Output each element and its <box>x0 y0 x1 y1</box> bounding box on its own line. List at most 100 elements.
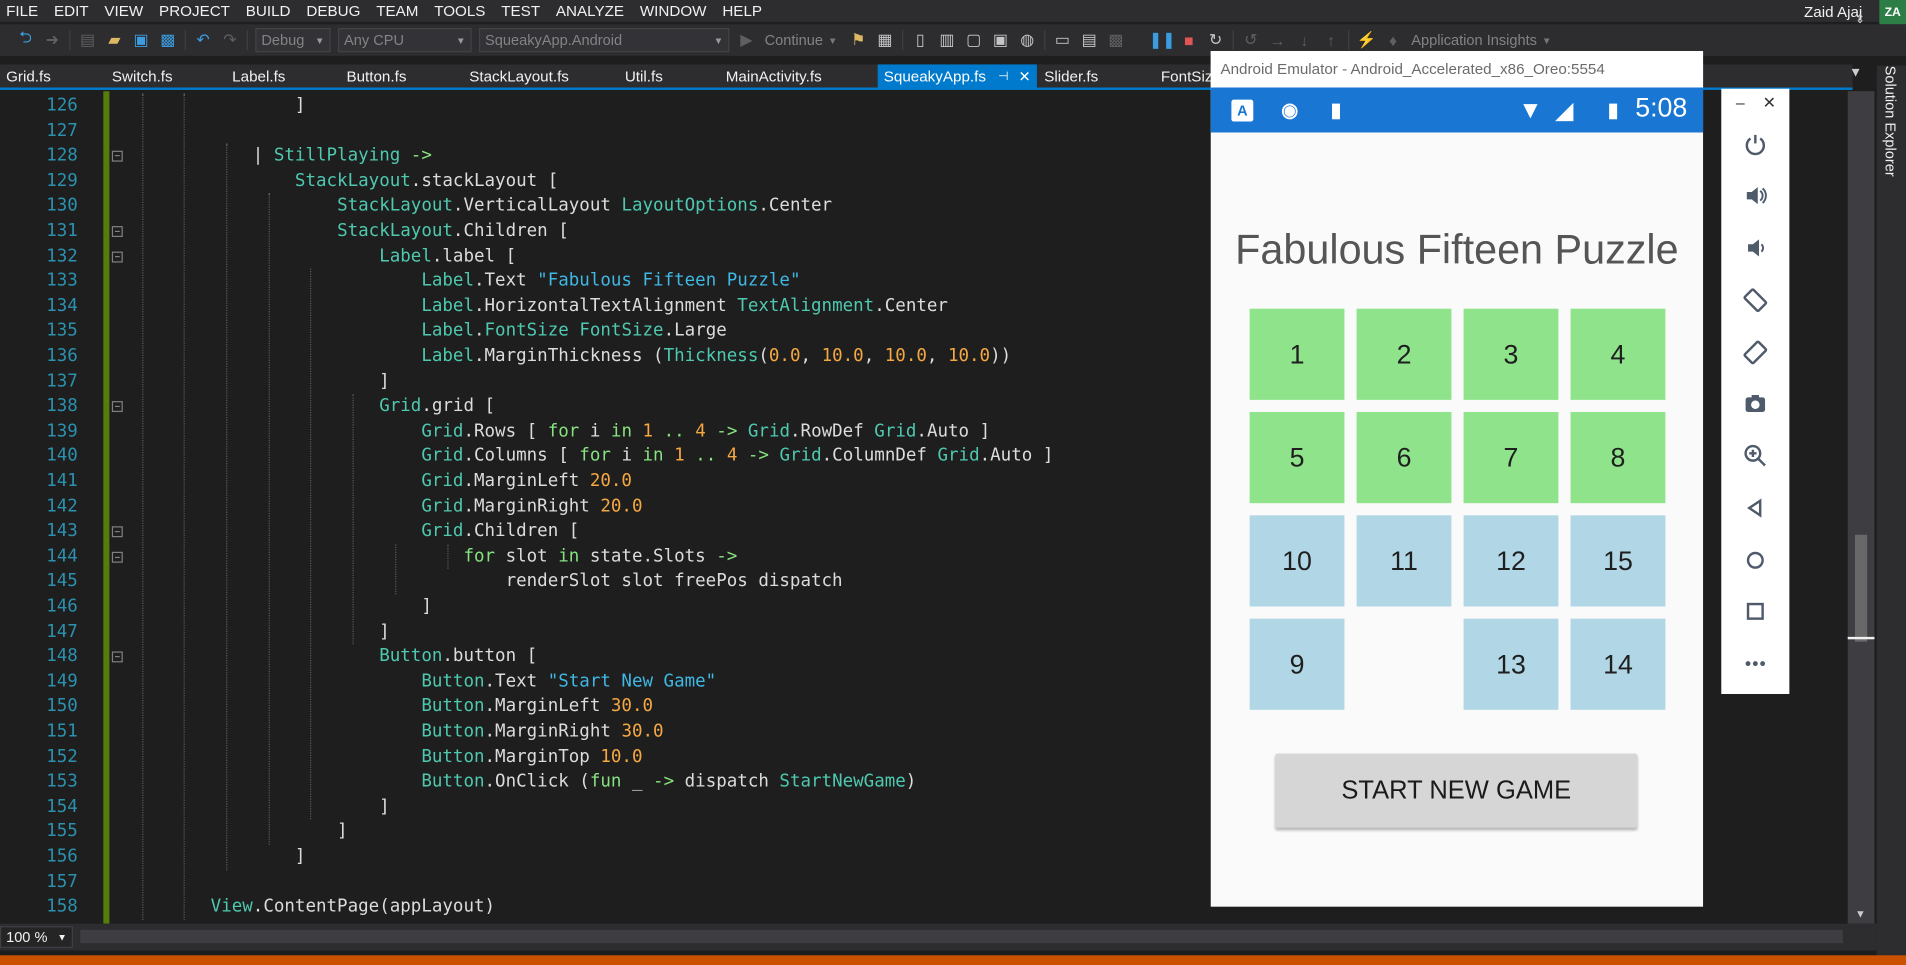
step-into-icon[interactable]: → <box>1267 29 1289 51</box>
process-icon[interactable]: ⚑ <box>847 29 869 51</box>
monitor-icon[interactable]: ▭ <box>1051 29 1073 51</box>
startup-project-dropdown[interactable]: SqueakyApp.Android ▼ <box>478 27 730 53</box>
home-icon[interactable] <box>1738 543 1772 577</box>
application-insights-button[interactable]: Application Insights <box>1411 32 1537 49</box>
continue-icon[interactable]: ▶ <box>735 29 757 51</box>
tab-mainactivity-fs[interactable]: MainActivity.fs <box>720 64 828 88</box>
menu-help[interactable]: HELP <box>716 2 771 19</box>
tab-dropdown-icon[interactable]: ▼ <box>1849 66 1862 81</box>
vertical-scrollbar[interactable]: ⇕ ▼ <box>1847 13 1875 924</box>
fold-toggle-icon[interactable]: − <box>111 526 123 538</box>
step-over-icon[interactable]: ↓ <box>1293 29 1315 51</box>
tab-label-fs[interactable]: Label.fs <box>226 64 291 88</box>
puzzle-tile-15[interactable]: 15 <box>1570 515 1666 607</box>
rotate-left-icon[interactable] <box>1738 283 1772 317</box>
tab-button-fs[interactable]: Button.fs <box>340 64 412 88</box>
menu-analyze[interactable]: ANALYZE <box>550 2 634 19</box>
close-tab-icon[interactable]: ✕ <box>1018 68 1030 85</box>
tab-slider-fs[interactable]: Slider.fs <box>1038 64 1104 88</box>
fold-toggle-icon[interactable]: − <box>111 651 123 663</box>
puzzle-tile-1[interactable]: 1 <box>1249 308 1345 400</box>
fold-toggle-icon[interactable]: − <box>111 551 123 563</box>
puzzle-tile-9[interactable]: 9 <box>1249 618 1345 710</box>
user-avatar[interactable]: ZA <box>1879 0 1906 25</box>
horizontal-scrollbar[interactable] <box>80 929 1843 944</box>
tool-icon[interactable]: ▩ <box>1105 29 1127 51</box>
rotate-right-icon[interactable] <box>1738 335 1772 369</box>
puzzle-tile-7[interactable]: 7 <box>1463 412 1559 504</box>
fold-toggle-icon[interactable]: − <box>111 150 123 162</box>
puzzle-tile-4[interactable]: 4 <box>1570 308 1666 400</box>
puzzle-tile-5[interactable]: 5 <box>1249 412 1345 504</box>
tab-grid-fs[interactable]: Grid.fs <box>0 64 57 88</box>
tab-util-fs[interactable]: Util.fs <box>619 64 669 88</box>
puzzle-tile-2[interactable]: 2 <box>1356 308 1452 400</box>
fold-toggle-icon[interactable]: − <box>111 226 123 238</box>
step-out-icon[interactable]: ↑ <box>1320 29 1342 51</box>
navigate-back-icon[interactable]: ⮌ <box>15 28 37 51</box>
fold-toggle-icon[interactable]: − <box>111 401 123 413</box>
threads-icon[interactable]: ▦ <box>874 29 896 51</box>
open-file-icon[interactable]: ▰ <box>103 29 125 51</box>
menu-test[interactable]: TEST <box>495 2 550 19</box>
new-project-icon[interactable]: ▤ <box>77 29 99 51</box>
close-icon[interactable]: ✕ <box>1763 94 1776 113</box>
android-device-icon[interactable]: ▣ <box>989 29 1011 51</box>
scroll-down-icon[interactable]: ▼ <box>1855 908 1866 920</box>
menu-build[interactable]: BUILD <box>240 2 301 19</box>
puzzle-tile-13[interactable]: 13 <box>1463 618 1559 710</box>
save-all-icon[interactable]: ▩ <box>157 29 179 51</box>
continue-button[interactable]: Continue <box>765 32 823 49</box>
show-next-statement-icon[interactable]: ↺ <box>1240 29 1262 51</box>
undo-icon[interactable]: ↶ <box>192 29 214 51</box>
solution-explorer-tab[interactable]: Solution Explorer <box>1882 66 1899 177</box>
platform-dropdown[interactable]: Any CPU ▼ <box>337 27 472 53</box>
split-icon[interactable]: ⇕ <box>1855 13 1865 26</box>
save-icon[interactable]: ▣ <box>130 29 152 51</box>
menu-edit[interactable]: EDIT <box>48 2 98 19</box>
stop-icon[interactable]: ■ <box>1178 29 1200 51</box>
zoom-icon[interactable] <box>1738 439 1772 473</box>
tab-stacklayout-fs[interactable]: StackLayout.fs <box>463 64 575 88</box>
navigate-forward-icon[interactable]: ➜ <box>41 29 63 51</box>
redo-icon[interactable]: ↷ <box>219 29 241 51</box>
puzzle-tile-11[interactable]: 11 <box>1356 515 1452 607</box>
hot-reload-icon[interactable]: ⚡ <box>1355 29 1377 51</box>
puzzle-tile-14[interactable]: 14 <box>1570 618 1666 710</box>
device-icon[interactable]: ▯ <box>909 29 931 51</box>
pin-icon[interactable]: ⊣ <box>998 70 1009 83</box>
configuration-dropdown[interactable]: Debug ▼ <box>255 27 331 53</box>
volume-down-icon[interactable] <box>1738 231 1772 265</box>
fold-toggle-icon[interactable]: − <box>111 251 123 263</box>
sdk-manager-icon[interactable]: ▥ <box>936 29 958 51</box>
power-icon[interactable] <box>1738 128 1772 162</box>
more-icon[interactable] <box>1738 647 1772 681</box>
menu-file[interactable]: FILE <box>0 2 48 19</box>
menu-tools[interactable]: TOOLS <box>428 2 495 19</box>
minimize-icon[interactable]: – <box>1736 94 1745 112</box>
scroll-thumb[interactable] <box>1855 534 1868 642</box>
menu-debug[interactable]: DEBUG <box>300 2 370 19</box>
tab-switch-fs[interactable]: Switch.fs <box>106 64 179 88</box>
emulator-manager-icon[interactable]: ▢ <box>963 29 985 51</box>
zoom-dropdown[interactable]: 100 % ▼ <box>0 926 73 949</box>
volume-up-icon[interactable] <box>1738 179 1772 213</box>
insights-icon[interactable]: ♦ <box>1382 29 1404 51</box>
back-icon[interactable] <box>1738 491 1772 525</box>
puzzle-tile-8[interactable]: 8 <box>1570 412 1666 504</box>
globe-icon[interactable]: ◍ <box>1016 29 1038 51</box>
layout-icon[interactable]: ▤ <box>1078 29 1100 51</box>
start-new-game-button[interactable]: START NEW GAME <box>1275 753 1638 828</box>
puzzle-tile-6[interactable]: 6 <box>1356 412 1452 504</box>
solution-explorer-strip[interactable]: Solution Explorer <box>1876 65 1906 965</box>
menu-window[interactable]: WINDOW <box>634 2 716 19</box>
menu-view[interactable]: VIEW <box>98 2 153 19</box>
menu-project[interactable]: PROJECT <box>153 2 240 19</box>
pause-icon[interactable]: ❚❚ <box>1149 29 1175 51</box>
puzzle-tile-12[interactable]: 12 <box>1463 515 1559 607</box>
tab-squeakyapp-fs[interactable]: SqueakyApp.fs ⊣ ✕ <box>877 64 1037 89</box>
puzzle-tile-10[interactable]: 10 <box>1249 515 1345 607</box>
restart-icon[interactable]: ↻ <box>1205 29 1227 51</box>
camera-icon[interactable] <box>1738 386 1772 420</box>
menu-team[interactable]: TEAM <box>370 2 428 19</box>
